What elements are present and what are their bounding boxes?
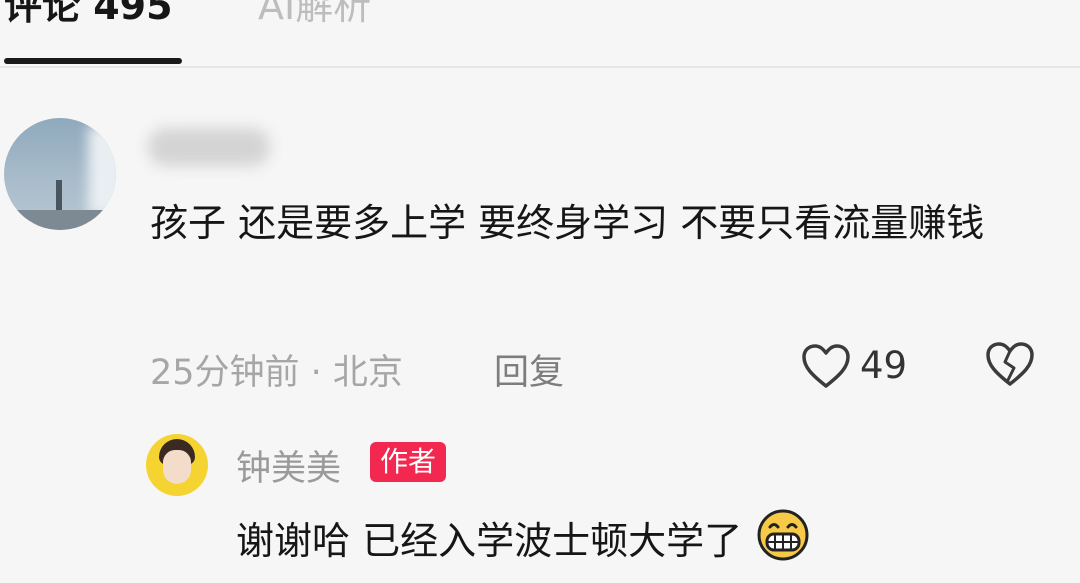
like-count: 49 <box>860 344 908 387</box>
comment-time-location: 25分钟前 · 北京 <box>150 353 403 393</box>
comment-tabs: 评论 495 AI解析 <box>0 0 1080 68</box>
active-tab-indicator <box>4 58 182 64</box>
author-avatar[interactable] <box>146 434 208 496</box>
reply-text-row: 谢谢哈 已经入学波士顿大学了 <box>236 508 810 577</box>
comment-panel: 评论 495 AI解析 孩子 还是要多上学 要终身学习 不要只看流量赚钱 25分… <box>0 0 1080 583</box>
heart-outline-icon <box>802 344 850 388</box>
like-button[interactable]: 49 <box>800 340 920 392</box>
comment-meta-row: 25分钟前 · 北京 回复 49 <box>150 338 1050 394</box>
avatar-ground-shape <box>4 210 116 230</box>
avatar-face-shape <box>163 450 191 484</box>
comment-text: 孩子 还是要多上学 要终身学习 不要只看流量赚钱 <box>150 201 985 245</box>
avatar-blur-region <box>88 126 116 216</box>
author-badge: 作者 <box>370 442 447 482</box>
broken-heart-icon <box>986 342 1034 386</box>
grinning-face-icon <box>756 508 810 577</box>
commenter-name-blurred[interactable] <box>148 128 270 166</box>
commenter-avatar[interactable] <box>4 118 116 230</box>
tab-ai-analysis[interactable]: AI解析 <box>258 0 371 28</box>
reply-button[interactable]: 回复 <box>494 344 564 395</box>
reply-text: 谢谢哈 已经入学波士顿大学了 <box>236 519 743 563</box>
tab-comments[interactable]: 评论 495 <box>4 0 173 28</box>
reply-username[interactable]: 钟美美 <box>236 440 341 491</box>
dislike-button[interactable] <box>984 340 1038 392</box>
